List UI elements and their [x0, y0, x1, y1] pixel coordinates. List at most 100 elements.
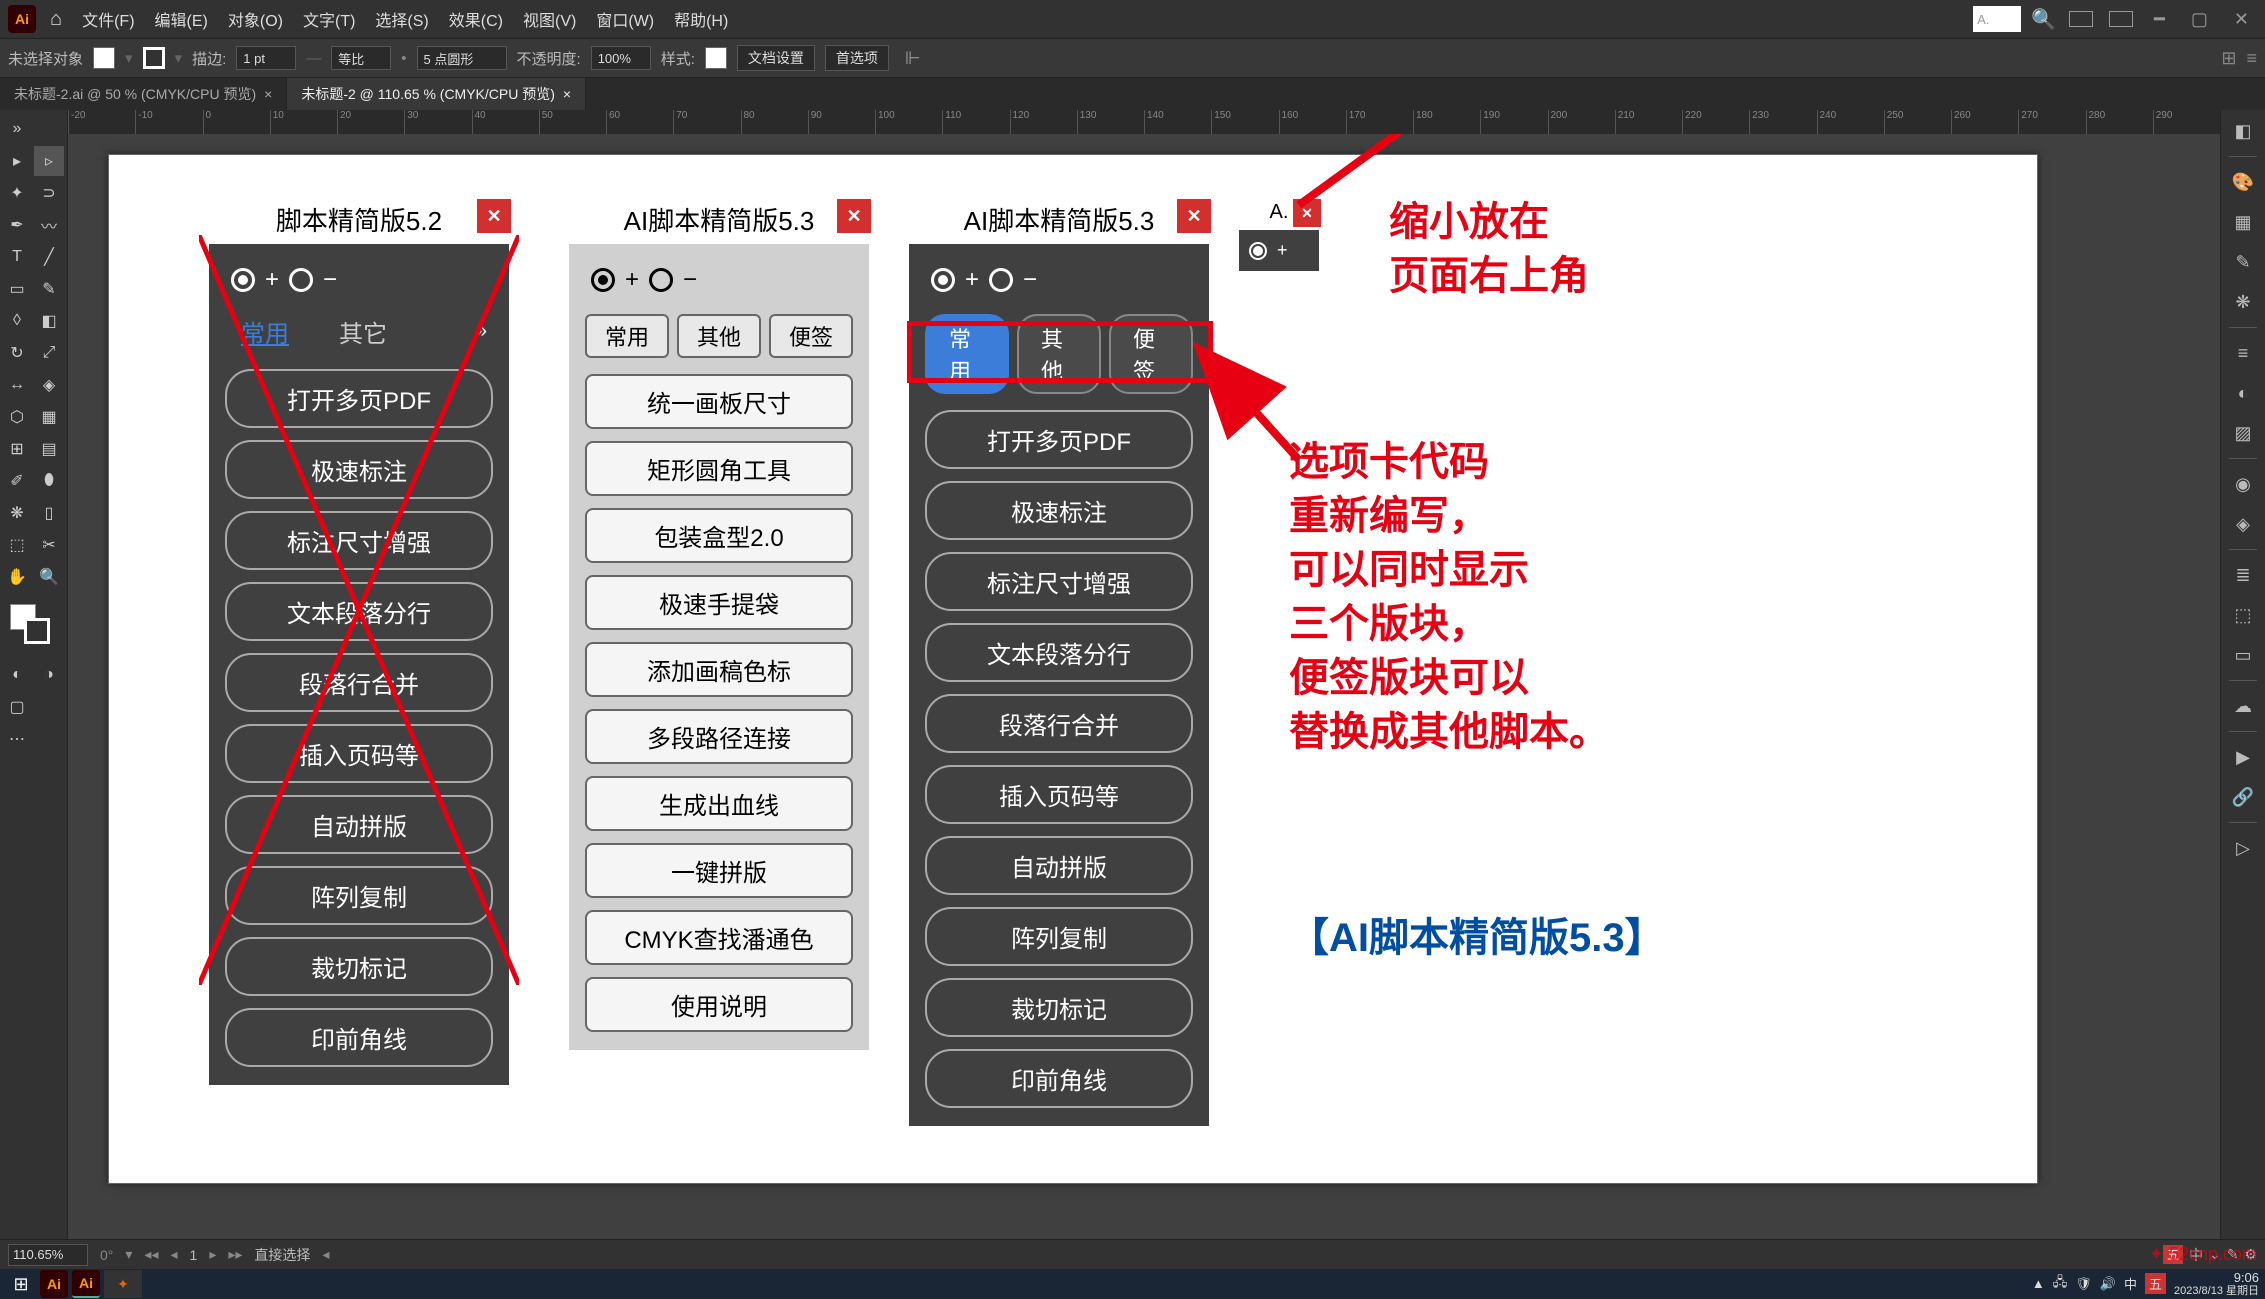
uniform-select[interactable]	[331, 46, 391, 70]
taskbar-app-other[interactable]: ✦	[104, 1270, 142, 1298]
top-search-input[interactable]	[1973, 6, 2021, 32]
script-button[interactable]: 标注尺寸增强	[925, 552, 1193, 611]
draw-mode-icon[interactable]: ◑	[34, 660, 64, 690]
links-panel-icon[interactable]: 🔗	[2226, 780, 2260, 814]
line-tool[interactable]: ╱	[34, 242, 64, 272]
menu-type[interactable]: 文字(T)	[297, 3, 361, 35]
document-setup-button[interactable]: 文档设置	[737, 45, 815, 71]
tab-common[interactable]: 常用	[231, 314, 299, 349]
blend-tool[interactable]: ⬮	[34, 466, 64, 496]
rotate-tool[interactable]: ↻	[2, 338, 32, 368]
shape-builder-tool[interactable]: ⬡	[2, 402, 32, 432]
width-tool[interactable]: ↔	[2, 370, 32, 400]
script-button[interactable]: 自动拼版	[925, 836, 1193, 895]
perspective-tool[interactable]: ▦	[34, 402, 64, 432]
script-button[interactable]: 文本段落分行	[925, 623, 1193, 682]
script-button[interactable]: 使用说明	[585, 977, 853, 1032]
script-button[interactable]: 裁切标记	[225, 937, 493, 996]
script-button[interactable]: 包装盒型2.0	[585, 508, 853, 563]
script-button[interactable]: 打开多页PDF	[925, 410, 1193, 469]
menu-edit[interactable]: 编辑(E)	[149, 3, 214, 35]
tray-lang-icon[interactable]: 五	[2145, 1273, 2166, 1294]
tab-note[interactable]: 便签	[769, 314, 853, 358]
script-button[interactable]: 打开多页PDF	[225, 369, 493, 428]
gradient-panel-icon[interactable]: ◐	[2226, 376, 2260, 410]
paintbrush-tool[interactable]: ✎	[34, 274, 64, 304]
stroke-width-input[interactable]	[236, 46, 296, 70]
layers-panel-icon[interactable]: ≣	[2226, 558, 2260, 592]
close-icon[interactable]: ×	[264, 86, 272, 102]
radio-empty-icon[interactable]	[649, 268, 673, 292]
taskbar-app-ai-active[interactable]: Ai	[72, 1270, 100, 1298]
tab-document-1[interactable]: 未标题-2.ai @ 50 % (CMYK/CPU 预览) ×	[0, 78, 287, 110]
menu-view[interactable]: 视图(V)	[517, 3, 582, 35]
menu-object[interactable]: 对象(O)	[222, 3, 289, 35]
brush-select[interactable]	[417, 46, 507, 70]
script-button[interactable]: 生成出血线	[585, 776, 853, 831]
eraser-tool[interactable]: ◧	[34, 306, 64, 336]
stroke-color[interactable]	[24, 618, 50, 644]
rectangle-tool[interactable]: ▭	[2, 274, 32, 304]
fill-swatch[interactable]	[93, 47, 115, 69]
menu-window[interactable]: 窗口(W)	[590, 3, 660, 35]
screen-mode-icon[interactable]: ▢	[2, 692, 32, 722]
script-button[interactable]: 阵列复制	[925, 907, 1193, 966]
chevron-down-icon[interactable]: ▾	[125, 1246, 132, 1263]
lasso-tool[interactable]: ⊃	[34, 178, 64, 208]
window-close-icon[interactable]: ✕	[2234, 9, 2249, 30]
artboard-tool[interactable]: ⬚	[2, 530, 32, 560]
tab-other[interactable]: 其它	[329, 314, 397, 349]
script-button[interactable]: 极速标注	[225, 440, 493, 499]
script-button[interactable]: 段落行合并	[925, 694, 1193, 753]
radio-filled-icon[interactable]	[1249, 242, 1267, 260]
tray-ime-icon[interactable]: 中	[2124, 1274, 2137, 1293]
symbol-sprayer-tool[interactable]: ❋	[2, 498, 32, 528]
script-button[interactable]: 插入页码等	[925, 765, 1193, 824]
style-swatch[interactable]	[705, 47, 727, 69]
align-icon[interactable]: ⊩	[905, 48, 921, 69]
tray-network-icon[interactable]: 🖧	[2053, 1273, 2068, 1295]
script-button[interactable]: 标注尺寸增强	[225, 511, 493, 570]
graph-tool[interactable]: ▯	[34, 498, 64, 528]
color-panel-icon[interactable]: 🎨	[2226, 165, 2260, 199]
close-button[interactable]: ✕	[1177, 199, 1211, 233]
direct-selection-tool[interactable]: ▹	[34, 146, 64, 176]
gradient-tool[interactable]: ▤	[34, 434, 64, 464]
workspace-icon[interactable]	[2069, 11, 2093, 27]
close-button[interactable]: ✕	[837, 199, 871, 233]
properties-panel-icon[interactable]: ◧	[2226, 114, 2260, 148]
search-icon[interactable]: 🔍	[2031, 7, 2056, 32]
script-button[interactable]: 段落行合并	[225, 653, 493, 712]
window-minimize-icon[interactable]: ━	[2154, 9, 2165, 30]
symbols-panel-icon[interactable]: ❋	[2226, 285, 2260, 319]
script-button[interactable]: 添加画稿色标	[585, 642, 853, 697]
graphic-styles-panel-icon[interactable]: ◈	[2226, 507, 2260, 541]
script-button[interactable]: 印前角线	[225, 1008, 493, 1067]
menu-effect[interactable]: 效果(C)	[443, 3, 509, 35]
script-button[interactable]: 统一画板尺寸	[585, 374, 853, 429]
tray-volume-icon[interactable]: 🔊	[2100, 1276, 2116, 1292]
script-button[interactable]: 自动拼版	[225, 795, 493, 854]
tab-document-2[interactable]: 未标题-2 @ 110.65 % (CMYK/CPU 预览) ×	[287, 78, 586, 110]
actions-panel-icon[interactable]: ▶	[2226, 740, 2260, 774]
window-maximize-icon[interactable]: ▢	[2191, 9, 2208, 30]
close-button[interactable]: ✕	[477, 199, 511, 233]
stroke-swatch[interactable]	[143, 47, 165, 69]
play-icon[interactable]: ▷	[2226, 831, 2260, 865]
eyedropper-tool[interactable]: ✐	[2, 466, 32, 496]
free-transform-tool[interactable]: ◈	[34, 370, 64, 400]
zoom-input[interactable]	[8, 1244, 88, 1266]
menu-file[interactable]: 文件(F)	[76, 3, 140, 35]
script-button[interactable]: 多段路径连接	[585, 709, 853, 764]
zoom-tool[interactable]: 🔍	[34, 562, 64, 592]
brushes-panel-icon[interactable]: ✎	[2226, 245, 2260, 279]
prev-icon[interactable]: ◂	[170, 1246, 177, 1263]
canvas[interactable]: 脚本精简版5.2 ✕ + − 常用 其它 » 打开多页PDF	[68, 134, 2220, 1239]
script-button[interactable]: 裁切标记	[925, 978, 1193, 1037]
hand-tool[interactable]: ✋	[2, 562, 32, 592]
radio-empty-icon[interactable]	[989, 268, 1013, 292]
type-tool[interactable]: T	[2, 242, 32, 272]
chevron-right-icon[interactable]: »	[476, 320, 487, 343]
workspace-icon-2[interactable]	[2109, 11, 2133, 27]
script-button[interactable]: 矩形圆角工具	[585, 441, 853, 496]
